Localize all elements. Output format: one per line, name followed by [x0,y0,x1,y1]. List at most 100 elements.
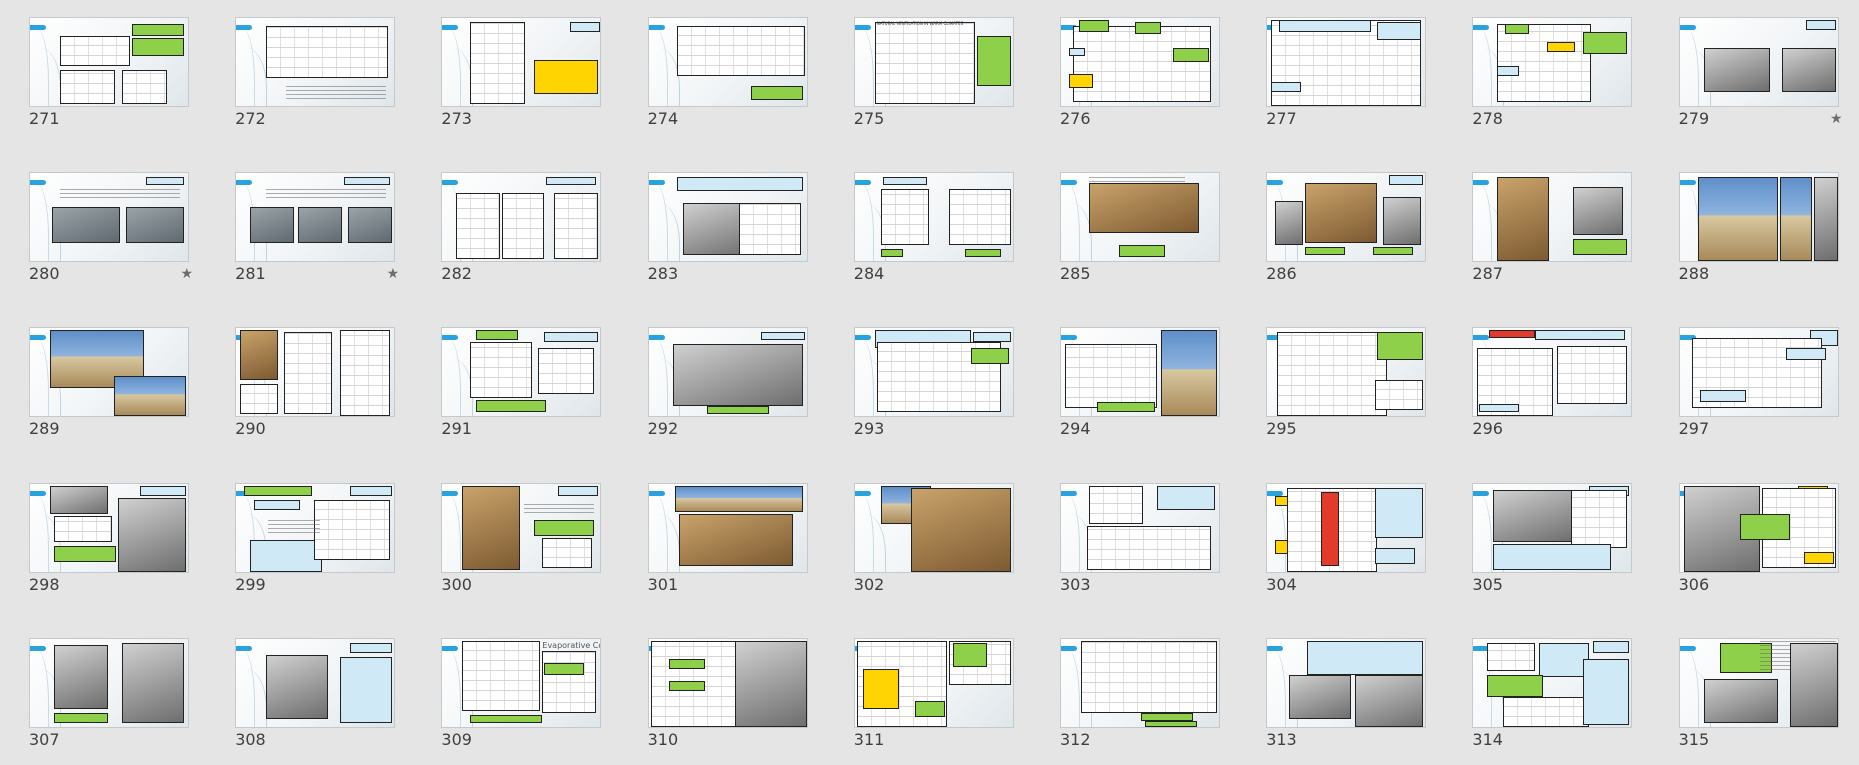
slide-thumbnail-312[interactable]: 312 [1060,637,1222,750]
slide-thumbnail-283[interactable]: 283 [647,172,810,284]
slide-content-block [254,499,301,510]
slide-number: 298 [29,574,60,594]
slide-thumbnail-309[interactable]: Evaporative Cooling 309 [441,637,603,750]
slide-thumbnail-278[interactable]: 278 [1472,17,1634,129]
slide-thumbnail-306[interactable]: 306 [1678,482,1841,595]
slide-preview[interactable] [441,17,602,107]
slide-preview[interactable] [853,482,1014,573]
slide-thumbnail-276[interactable]: 276 [1060,17,1222,129]
slide-preview[interactable] [235,17,396,107]
slide-preview[interactable] [1472,172,1633,263]
slide-thumbnail-305[interactable]: 305 [1472,482,1634,595]
slide-thumbnail-299[interactable]: 299 [235,482,397,595]
slide-preview[interactable] [853,637,1014,728]
slide-thumbnail-274[interactable]: 274 [647,17,810,129]
slide-preview[interactable] [1678,172,1839,263]
slide-thumbnail-291[interactable]: 291 [441,327,603,439]
slide-thumbnail-315[interactable]: 315 [1678,637,1841,750]
slide-thumbnail-282[interactable]: 282 [441,172,603,284]
slide-preview[interactable] [29,172,189,263]
slide-preview[interactable] [29,17,189,107]
slide-content-block [122,70,167,104]
slide-preview[interactable] [235,172,396,263]
slide-thumbnail-302[interactable]: 302 [853,482,1016,595]
slide-preview[interactable] [1472,482,1633,573]
slide-thumbnail-301[interactable]: 301 [647,482,810,595]
slide-preview[interactable] [1678,327,1839,418]
slide-thumbnail-272[interactable]: 272 [235,17,397,129]
slide-preview[interactable] [29,327,189,418]
slide-thumbnail-285[interactable]: 285 [1060,172,1222,284]
slide-preview[interactable] [235,637,396,728]
slide-thumbnail-288[interactable]: 288 [1678,172,1841,284]
slide-preview[interactable]: NATURAL VENTILATION IN WARM CLIMATES [853,17,1014,107]
slide-preview[interactable] [441,482,602,573]
slide-accent-tab [854,180,871,186]
slide-content-block [544,662,585,675]
slide-number: 274 [647,109,679,128]
slide-preview[interactable] [1266,327,1427,418]
slide-preview[interactable] [1678,17,1839,107]
slide-thumbnail-292[interactable]: 292 [647,327,810,439]
slide-preview[interactable] [1472,327,1633,418]
slide-thumbnail-304[interactable]: 304 [1266,482,1428,595]
slide-preview[interactable] [1678,482,1839,573]
slide-thumbnail-289[interactable]: 289 [29,327,191,439]
slide-thumbnail-279[interactable]: 279 ★ [1678,17,1843,129]
slide-preview[interactable] [853,172,1014,263]
slide-preview[interactable]: Evaporative Cooling [441,637,602,728]
slide-thumbnail-295[interactable]: 295 [1266,327,1428,439]
slide-thumbnail-298[interactable]: 298 [29,482,191,595]
slide-thumbnail-277[interactable]: 277 [1266,17,1428,129]
slide-preview[interactable] [1060,172,1220,263]
slide-preview[interactable] [1266,17,1427,107]
slide-preview[interactable] [1472,637,1633,728]
slide-thumbnail-290[interactable]: 290 [235,327,397,439]
slide-thumbnail-275[interactable]: NATURAL VENTILATION IN WARM CLIMATES 275 [853,17,1016,129]
slide-thumbnail-308[interactable]: 308 [235,637,397,750]
slide-thumbnail-287[interactable]: 287 [1472,172,1634,284]
slide-preview[interactable] [1472,17,1633,107]
slide-number: 315 [1678,729,1710,749]
slide-preview[interactable] [441,172,602,263]
slide-preview[interactable] [853,327,1014,418]
slide-thumbnail-294[interactable]: 294 [1060,327,1222,439]
slide-preview[interactable] [1060,327,1220,418]
slide-thumbnail-297[interactable]: 297 [1678,327,1841,439]
slide-preview[interactable] [1678,637,1839,728]
slide-thumbnail-303[interactable]: 303 [1060,482,1222,595]
slide-preview[interactable] [441,327,602,418]
slide-preview[interactable] [1266,637,1427,728]
slide-preview[interactable] [235,482,396,573]
slide-thumbnail-300[interactable]: 300 [441,482,603,595]
slide-thumbnail-313[interactable]: 313 [1266,637,1428,750]
slide-content-block [250,539,323,572]
slide-preview[interactable] [647,482,808,573]
slide-preview[interactable] [29,482,189,573]
slide-thumbnail-286[interactable]: 286 [1266,172,1428,284]
slide-preview[interactable] [647,327,808,418]
slide-preview[interactable] [1266,482,1427,573]
slide-thumbnail-281[interactable]: 281 ★ [235,172,399,284]
slide-preview[interactable] [647,17,808,107]
slide-preview[interactable] [235,327,396,418]
slide-preview[interactable] [29,637,189,728]
slide-thumbnail-293[interactable]: 293 [853,327,1016,439]
slide-content-block [118,497,186,572]
slide-preview[interactable] [1060,17,1220,107]
slide-thumbnail-284[interactable]: 284 [853,172,1016,284]
slide-preview[interactable] [647,172,808,263]
slide-thumbnail-296[interactable]: 296 [1472,327,1634,439]
slide-thumbnail-314[interactable]: 314 [1472,637,1634,750]
slide-thumbnail-273[interactable]: 273 [441,17,603,129]
slide-thumbnail-310[interactable]: 310 [647,637,810,750]
slide-preview[interactable] [1266,172,1427,263]
slide-thumbnail-280[interactable]: 280 ★ [29,172,193,284]
slide-preview[interactable] [1060,637,1220,728]
slide-preview[interactable] [1060,482,1220,573]
slide-thumbnail-271[interactable]: 271 [29,17,191,129]
slide-accent-tab [648,335,665,341]
slide-preview[interactable] [647,637,808,728]
slide-thumbnail-307[interactable]: 307 [29,637,191,750]
slide-thumbnail-311[interactable]: 311 [853,637,1016,750]
